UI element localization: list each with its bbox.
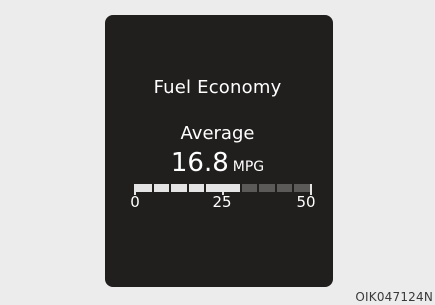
mode-label: Average (180, 123, 255, 144)
gauge-segment (294, 184, 310, 192)
gauge-segment (153, 184, 170, 192)
gauge-segment (276, 184, 293, 192)
fuel-economy-readout: 16.8 MPG (0, 148, 435, 178)
gauge-segment (171, 184, 187, 192)
gauge-tick-mid: 25 (212, 193, 232, 211)
gauge-segment (206, 184, 222, 192)
gauge-segment (188, 184, 205, 192)
gauge-segment (241, 184, 258, 192)
figure-code: OIK047124N (355, 290, 433, 304)
gauge-segment (136, 184, 152, 192)
gauge-tick-max: 50 (296, 193, 316, 211)
fuel-economy-unit: MPG (232, 159, 265, 175)
gauge-segment (259, 184, 275, 192)
fuel-economy-value: 16.8 (170, 148, 229, 178)
gauge-tick-min: 0 (130, 193, 140, 211)
gauge-segment (224, 184, 240, 192)
screen-title: Fuel Economy (153, 77, 282, 98)
